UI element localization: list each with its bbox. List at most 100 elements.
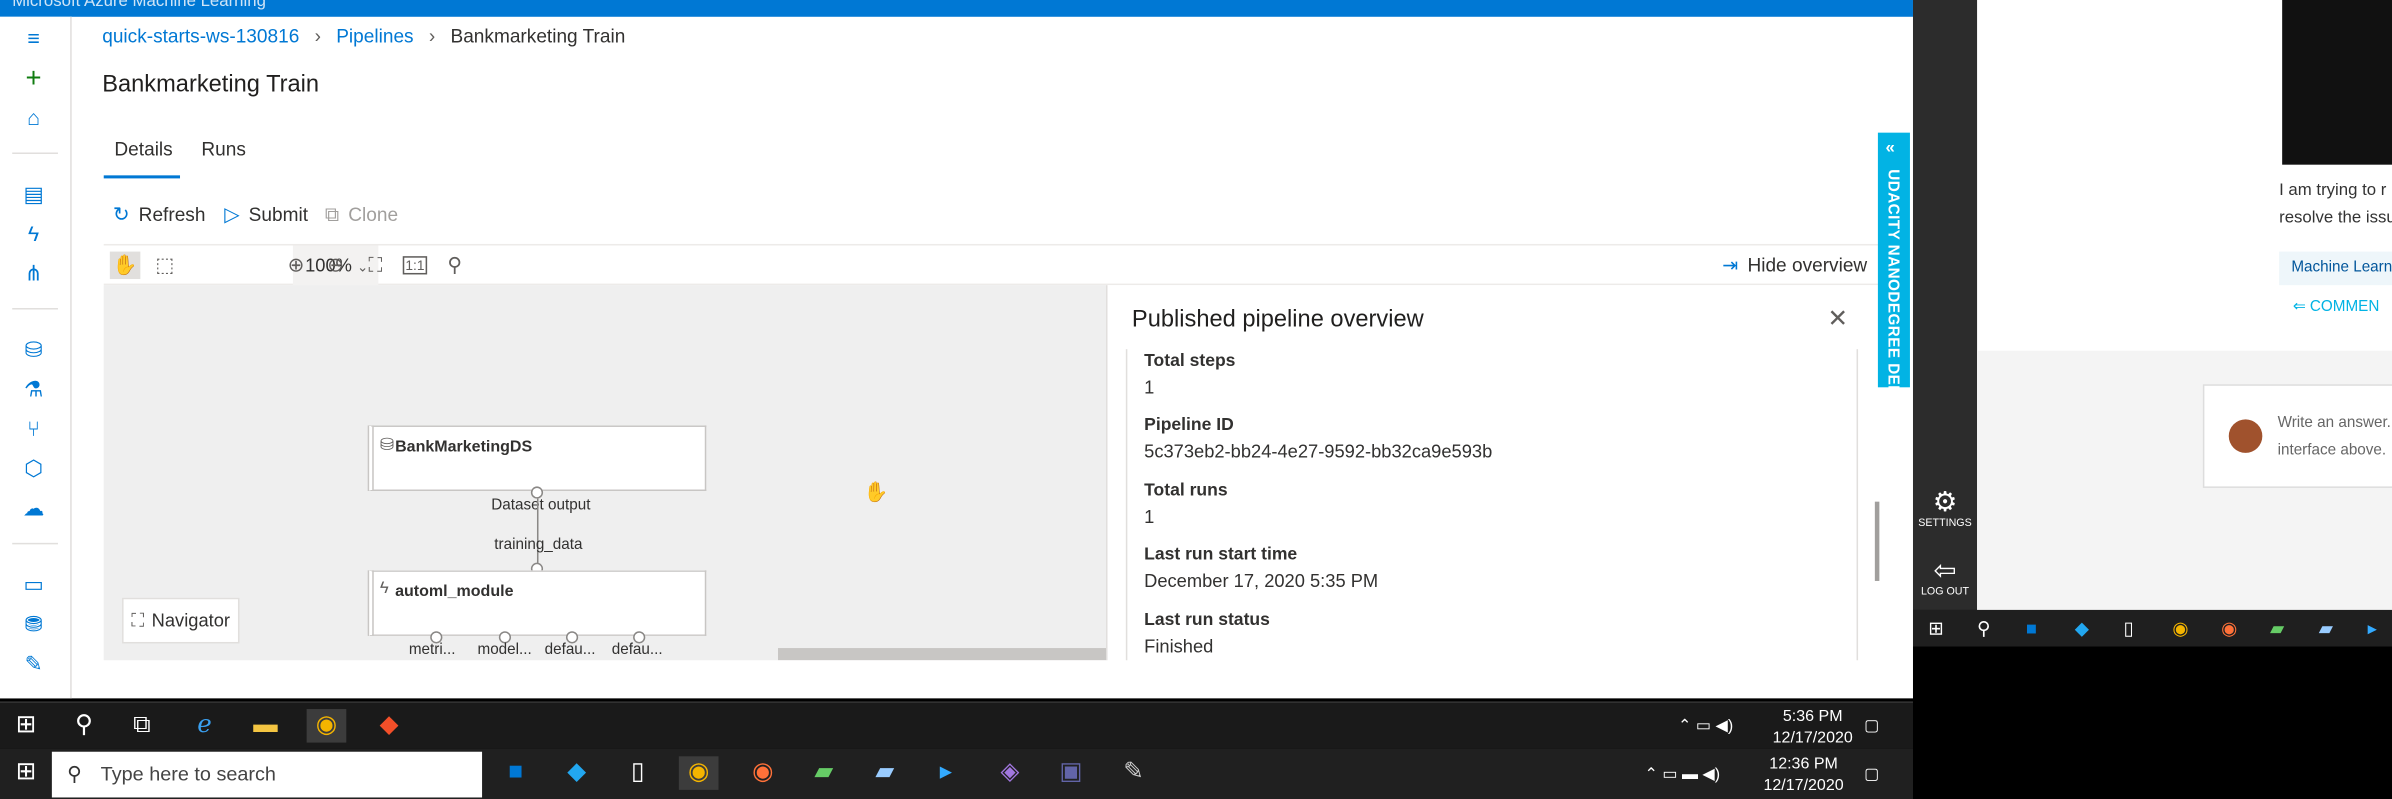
powershell-icon[interactable]: ▸ — [2368, 618, 2377, 639]
automl-node[interactable]: ϟ automl_module — [367, 570, 707, 636]
notepad-icon[interactable]: ▯ — [2124, 618, 2134, 639]
clock[interactable]: 12:36 PM 12/17/2020 — [1763, 753, 1843, 796]
notepad-icon[interactable]: ▯ — [618, 756, 658, 790]
hide-overview-button[interactable]: ⇥ Hide overview — [1722, 252, 1867, 279]
hamburger-menu-icon[interactable]: ≡ — [20, 24, 47, 51]
labeling-icon[interactable]: ✎ — [20, 650, 47, 677]
tray-icons[interactable]: ⌃ ▭ ▬ ◀) — [1644, 764, 1720, 785]
chrome-icon[interactable]: ◉ — [678, 756, 719, 790]
automl-icon[interactable]: ϟ — [20, 220, 47, 247]
windows-start-icon[interactable]: ⊞ — [6, 756, 46, 790]
pipelines-icon[interactable]: ⑂ — [20, 415, 47, 442]
notebook-icon[interactable]: ▤ — [20, 180, 47, 207]
overview-panel: Published pipeline overview ✕ Total step… — [1105, 285, 1880, 661]
firefox-icon[interactable]: ◉ — [743, 756, 783, 790]
visual-studio-icon[interactable]: ◈ — [990, 756, 1030, 790]
models-icon[interactable]: ⬡ — [20, 454, 47, 481]
zoom-in-icon[interactable]: ⊕ — [281, 252, 312, 279]
actual-size-button[interactable]: 1:1 — [400, 252, 431, 279]
output-port-label: defau... — [611, 641, 663, 659]
dataset-node[interactable]: ⛁ BankMarketingDS — [367, 425, 707, 491]
plus-icon[interactable]: + — [20, 64, 47, 91]
paint-icon[interactable]: ✎ — [1114, 756, 1154, 790]
question-line: resolve the issu — [2279, 208, 2392, 228]
teams-icon[interactable]: ▣ — [1051, 756, 1091, 790]
datastores-icon[interactable]: ⛃ — [20, 610, 47, 637]
answer-box[interactable]: Write an answer.. interface above. — [2202, 384, 2392, 488]
edge-icon[interactable]: ℯ — [185, 709, 225, 743]
field-label: Total steps — [1144, 352, 1236, 371]
pipeline-graph-canvas[interactable]: ⛁ BankMarketingDS Dataset output trainin… — [103, 285, 1106, 661]
chrome-icon[interactable]: ◉ — [306, 709, 347, 743]
vertical-scrollbar[interactable] — [1874, 501, 1880, 581]
home-icon[interactable]: ⌂ — [20, 104, 47, 131]
notification-icon[interactable]: ▢ — [1864, 764, 1879, 785]
field-label: Last run start time — [1144, 545, 1298, 565]
experiments-icon[interactable]: ⚗ — [20, 375, 47, 402]
select-pointer-icon[interactable]: ⬚ — [149, 252, 180, 279]
right-taskbar: ⊞ ⚲ ■ ◆ ▯ ◉ ◉ ▰ ▰ ▸ — [1912, 609, 2392, 647]
hide-overview-label: Hide overview — [1747, 254, 1868, 276]
tab-runs[interactable]: Runs — [201, 136, 246, 163]
clone-icon: ⧉ — [324, 202, 340, 226]
search-input[interactable]: ⚲ Type here to search — [51, 751, 483, 798]
clock[interactable]: 5:36 PM 12/17/2020 — [1773, 706, 1853, 749]
fit-to-screen-icon[interactable]: ⛶ — [360, 252, 391, 279]
outlook-icon[interactable]: ■ — [2026, 618, 2037, 639]
clock-time: 5:36 PM — [1782, 707, 1843, 726]
designer-icon[interactable]: ⋔ — [20, 259, 47, 286]
navigator-button[interactable]: ⛶ Navigator — [122, 597, 240, 644]
pan-hand-icon[interactable]: ✋ — [109, 251, 141, 280]
windows-start-icon[interactable]: ⊞ — [6, 709, 46, 743]
horizontal-scrollbar[interactable] — [778, 648, 1106, 661]
host-taskbar: ⊞ ⚲ Type here to search ■ ◆ ▯ ◉ ◉ ▰ ▰ ▸ ◈… — [0, 748, 1913, 799]
comment-button[interactable]: ⇐ COMMEN — [2293, 299, 2380, 316]
left-navigation: ≡ + ⌂ ▤ ϟ ⋔ ⛁ ⚗ ⑂ ⬡ ☁ ▭ ⛃ ✎ — [0, 16, 72, 699]
answer-placeholder: Write an answer.. — [2277, 414, 2392, 432]
breadcrumb-pipelines[interactable]: Pipelines — [336, 26, 413, 47]
firefox-icon[interactable]: ◉ — [2221, 618, 2237, 639]
vscode-icon[interactable]: ◆ — [2075, 618, 2089, 639]
app-icon[interactable]: ▰ — [804, 756, 844, 790]
clone-button[interactable]: ⧉ Clone — [325, 201, 398, 228]
breadcrumb-workspace[interactable]: quick-starts-ws-130816 — [102, 26, 299, 47]
settings-button[interactable]: ⚙ SETTINGS — [1913, 485, 1977, 529]
azure-ml-window: Microsoft Azure Machine Learning ● ● ● ●… — [0, 0, 1913, 699]
field-value: 1 — [1144, 506, 1155, 528]
close-icon[interactable]: ✕ — [1828, 303, 1848, 333]
clock-date: 12/17/2020 — [1763, 776, 1844, 795]
file-explorer-icon[interactable]: ▬ — [246, 709, 286, 743]
logout-button[interactable]: ⇦ LOG OUT — [1913, 554, 1977, 598]
submit-label: Submit — [248, 204, 309, 226]
notification-icon[interactable]: ▢ — [1864, 715, 1879, 736]
connection-edge — [536, 498, 539, 566]
chrome-icon[interactable]: ◉ — [2172, 618, 2188, 639]
app-icon[interactable]: ▰ — [865, 756, 905, 790]
search-icon[interactable]: ⚲ — [1977, 618, 1990, 639]
task-view-icon[interactable]: ⧉ — [122, 709, 162, 743]
outlook-icon[interactable]: ■ — [496, 756, 536, 790]
logout-icon: ⇦ — [1933, 555, 1957, 586]
udacity-banner[interactable]: UDACITY NANODEGREE DEMO « — [1877, 132, 1910, 411]
compute-icon[interactable]: ▭ — [20, 570, 47, 597]
search-placeholder: Type here to search — [100, 762, 276, 786]
search-icon[interactable]: ⚲ — [439, 252, 470, 279]
windows-start-icon[interactable]: ⊞ — [1928, 618, 1943, 639]
vscode-icon[interactable]: ◆ — [557, 756, 597, 790]
git-icon[interactable]: ◆ — [369, 709, 409, 743]
zoom-out-icon[interactable]: ⊖ — [320, 252, 351, 279]
topic-tag[interactable]: Machine Learn — [2279, 251, 2392, 286]
app-icon[interactable]: ▰ — [2319, 618, 2333, 639]
comment-label: COMMEN — [2309, 298, 2380, 316]
tray-icons[interactable]: ⌃ ▭ ◀) — [1678, 715, 1733, 736]
tab-details[interactable]: Details — [114, 136, 172, 163]
app-icon[interactable]: ▰ — [2270, 618, 2284, 639]
datasets-icon[interactable]: ⛁ — [20, 335, 47, 362]
refresh-button[interactable]: ↻ Refresh — [113, 201, 206, 228]
endpoints-icon[interactable]: ☁ — [20, 494, 47, 521]
field-label: Total runs — [1144, 481, 1228, 501]
search-icon[interactable]: ⚲ — [64, 709, 104, 743]
powershell-icon[interactable]: ▸ — [926, 756, 966, 790]
navigator-icon: ⛶ — [131, 609, 145, 632]
submit-button[interactable]: ▷ Submit — [224, 201, 308, 228]
